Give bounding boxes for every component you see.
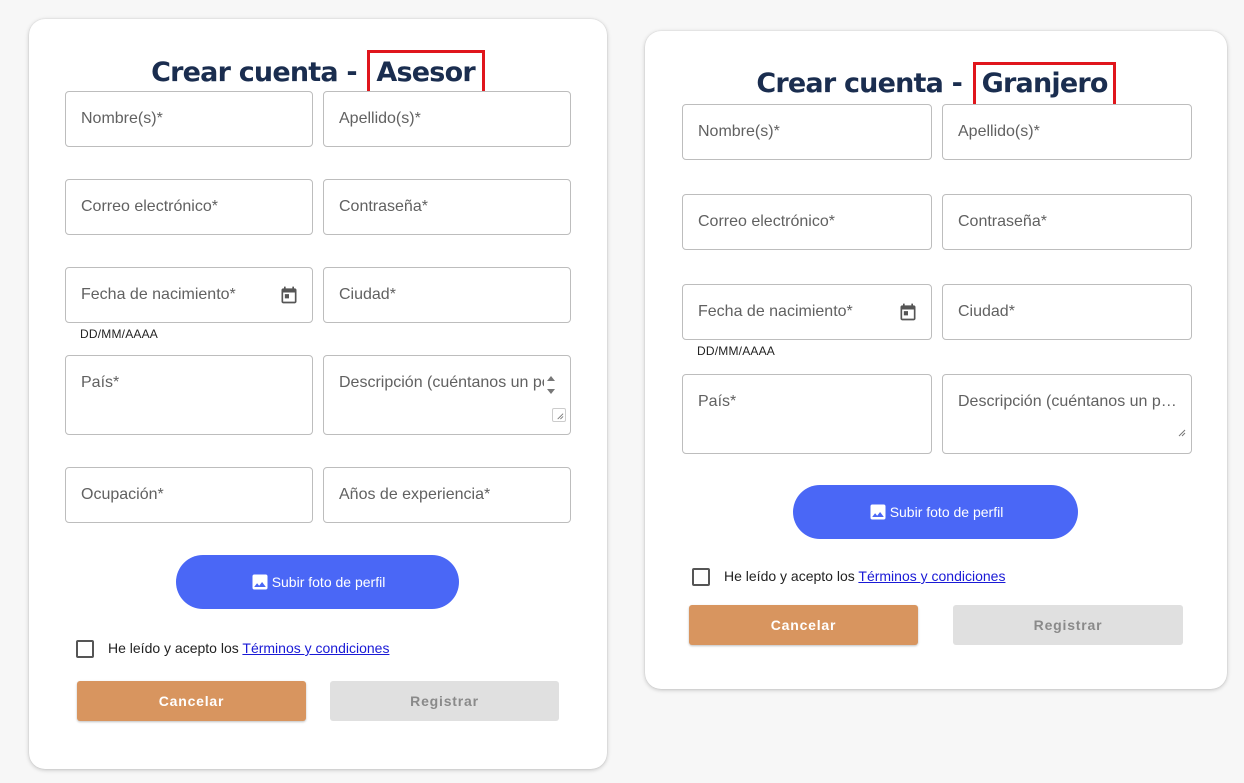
email-field[interactable]: Correo electrónico* (65, 179, 313, 235)
terms-label: He leído y acepto los (724, 568, 859, 584)
signup-card-asesor: Crear cuenta - Asesor Nombre(s)* Apellid… (29, 19, 607, 769)
resize-handle[interactable] (552, 408, 566, 422)
description-placeholder: Descripción (cuéntanos un poco de ti) (958, 393, 1178, 410)
birth-date-helper: DD/MM/AAAA (697, 344, 776, 358)
register-button[interactable]: Registrar (953, 605, 1183, 645)
title-prefix: Crear cuenta - (151, 57, 366, 88)
description-field[interactable]: Descripción (cuéntanos un poco de ti) (942, 374, 1192, 454)
title-role-highlight: Asesor (367, 50, 485, 95)
password-field[interactable]: Contraseña* (942, 194, 1192, 250)
image-icon (252, 574, 268, 590)
birth-date-placeholder: Fecha de nacimiento* (81, 286, 236, 303)
experience-field[interactable]: Años de experiencia* (323, 467, 571, 523)
terms-text: He leído y acepto los Términos y condici… (108, 640, 389, 656)
resize-grip-icon[interactable] (1176, 427, 1186, 437)
calendar-icon[interactable] (279, 285, 299, 305)
birth-date-field[interactable]: Fecha de nacimiento* (682, 284, 932, 340)
calendar-icon[interactable] (898, 302, 918, 322)
upload-photo-button[interactable]: Subir foto de perfil (176, 555, 459, 609)
terms-text: He leído y acepto los Términos y condici… (724, 568, 1005, 584)
birth-date-placeholder: Fecha de nacimiento* (698, 303, 853, 320)
birth-date-helper: DD/MM/AAAA (80, 327, 159, 341)
country-field[interactable]: País* (682, 374, 932, 454)
password-placeholder: Contraseña* (339, 198, 428, 215)
terms-link[interactable]: Términos y condiciones (242, 640, 389, 656)
description-placeholder: Descripción (cuéntanos un poco de ti) (339, 374, 544, 391)
upload-photo-label: Subir foto de perfil (889, 504, 1004, 520)
terms-label: He leído y acepto los (108, 640, 243, 656)
country-field[interactable]: País* (65, 355, 313, 435)
first-name-field[interactable]: Nombre(s)* (682, 104, 932, 160)
email-field[interactable]: Correo electrónico* (682, 194, 932, 250)
email-placeholder: Correo electrónico* (81, 198, 218, 215)
terms-checkbox[interactable] (76, 640, 94, 658)
page-title: Crear cuenta - Asesor (29, 50, 607, 95)
city-placeholder: Ciudad* (339, 286, 396, 303)
city-field[interactable]: Ciudad* (323, 267, 571, 323)
last-name-field[interactable]: Apellido(s)* (323, 91, 571, 147)
title-prefix: Crear cuenta - (756, 68, 971, 99)
upload-photo-label: Subir foto de perfil (271, 574, 386, 590)
image-icon (870, 504, 886, 520)
email-placeholder: Correo electrónico* (698, 213, 835, 230)
city-field[interactable]: Ciudad* (942, 284, 1192, 340)
password-field[interactable]: Contraseña* (323, 179, 571, 235)
last-name-placeholder: Apellido(s)* (339, 110, 421, 127)
country-placeholder: País* (698, 393, 737, 410)
signup-card-granjero: Crear cuenta - Granjero Nombre(s)* Apell… (645, 31, 1227, 689)
last-name-placeholder: Apellido(s)* (958, 123, 1040, 140)
spinner-arrows-icon[interactable] (546, 374, 556, 396)
cancel-button[interactable]: Cancelar (77, 681, 306, 721)
first-name-field[interactable]: Nombre(s)* (65, 91, 313, 147)
cancel-button[interactable]: Cancelar (689, 605, 918, 645)
last-name-field[interactable]: Apellido(s)* (942, 104, 1192, 160)
birth-date-field[interactable]: Fecha de nacimiento* (65, 267, 313, 323)
password-placeholder: Contraseña* (958, 213, 1047, 230)
register-button[interactable]: Registrar (330, 681, 559, 721)
page-title: Crear cuenta - Granjero (645, 62, 1227, 107)
description-field[interactable]: Descripción (cuéntanos un poco de ti) (323, 355, 571, 435)
occupation-placeholder: Ocupación* (81, 486, 164, 503)
first-name-placeholder: Nombre(s)* (698, 123, 780, 140)
first-name-placeholder: Nombre(s)* (81, 110, 163, 127)
city-placeholder: Ciudad* (958, 303, 1015, 320)
resize-grip-icon (557, 413, 564, 420)
experience-placeholder: Años de experiencia* (339, 486, 491, 503)
title-role-highlight: Granjero (972, 62, 1116, 107)
terms-link[interactable]: Términos y condiciones (858, 568, 1005, 584)
country-placeholder: País* (81, 374, 120, 391)
terms-checkbox[interactable] (692, 568, 710, 586)
occupation-field[interactable]: Ocupación* (65, 467, 313, 523)
upload-photo-button[interactable]: Subir foto de perfil (793, 485, 1078, 539)
